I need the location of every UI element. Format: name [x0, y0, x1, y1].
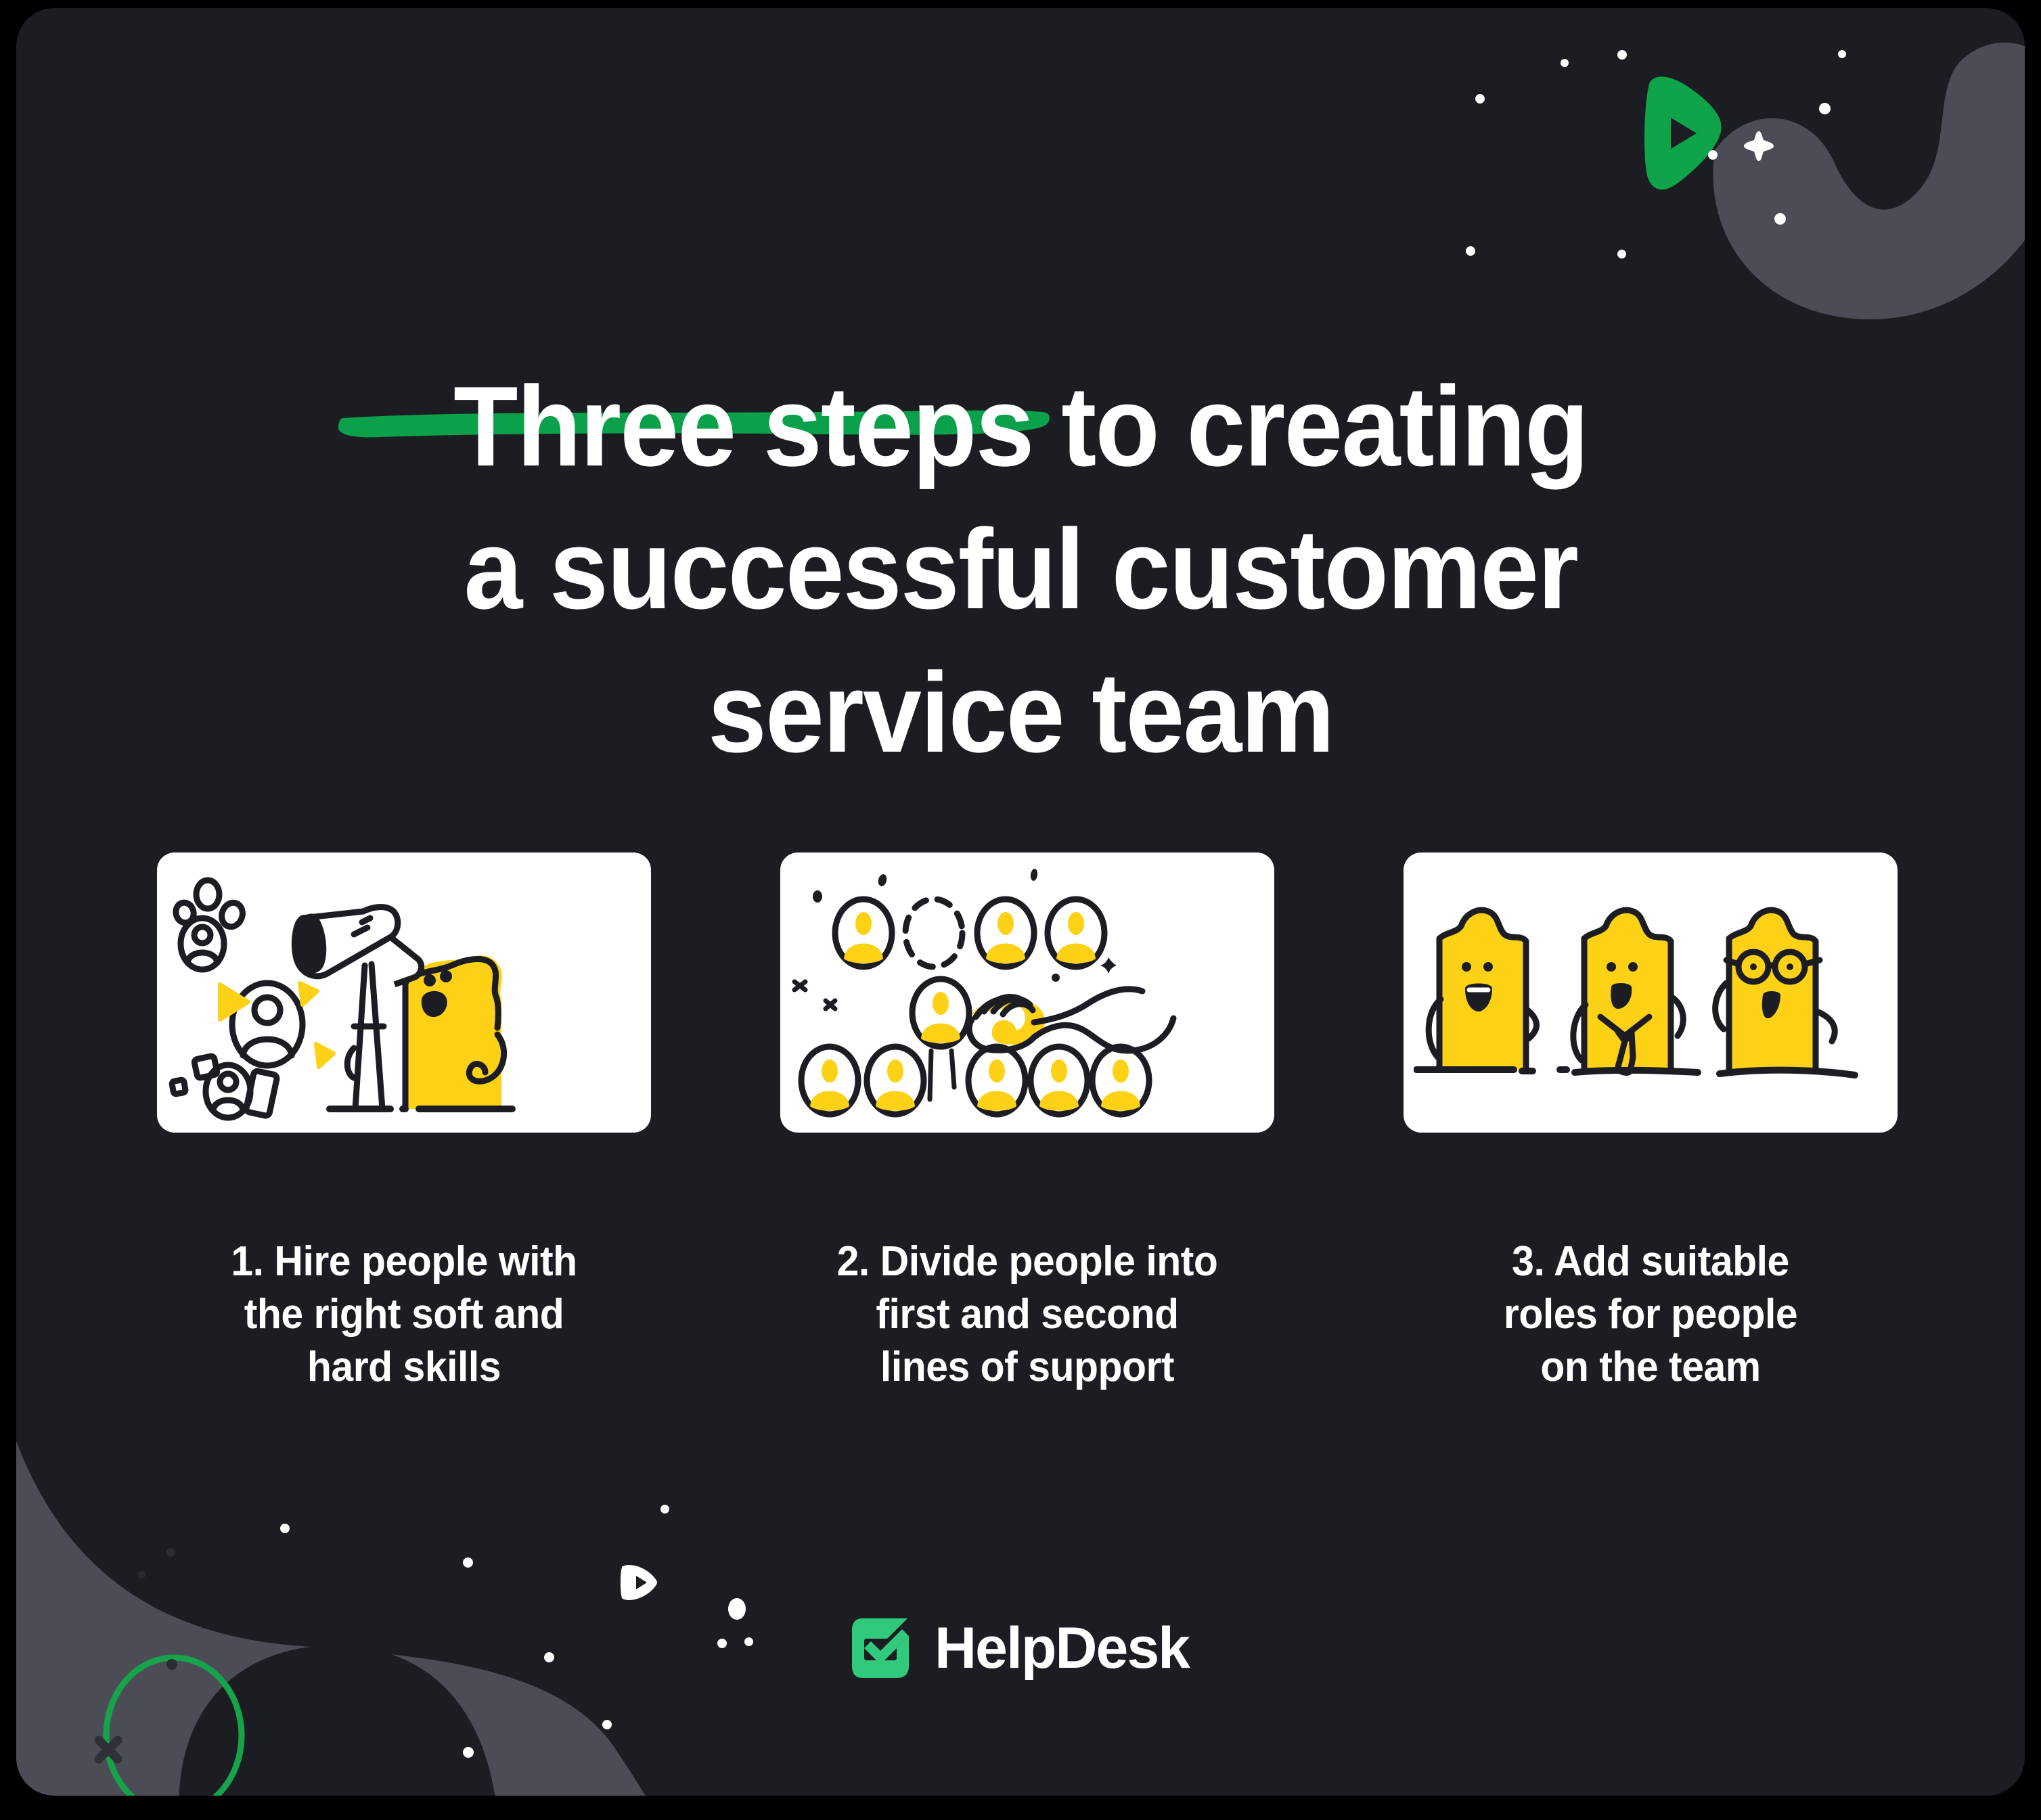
steps-caption-row: 1. Hire people with the right soft and h…	[157, 1193, 1898, 1436]
brand-logo[interactable]: HelpDesk	[16, 1616, 2025, 1681]
bottom-left-blob	[16, 1440, 646, 1796]
decorative-dot	[166, 1548, 175, 1557]
step-card-2[interactable]	[780, 852, 1274, 1133]
decorative-dot	[1466, 246, 1475, 256]
step-card-1[interactable]	[157, 852, 651, 1133]
brand-name: HelpDesk	[935, 1616, 1190, 1681]
play-triangle-icon	[621, 1565, 657, 1600]
title-block: Three steps to creating a successful cus…	[16, 279, 2025, 861]
infographic-board: Three steps to creating a successful cus…	[16, 8, 2025, 1796]
divide-people-illustration	[792, 869, 1177, 1128]
decorative-dot	[1819, 103, 1831, 114]
x-mark-icon	[94, 1735, 122, 1764]
page-title: Three steps to creating a successful cus…	[453, 362, 1589, 776]
decorative-dot	[1561, 59, 1569, 67]
decorative-dot	[1475, 94, 1485, 104]
step-caption-3: 3. Add suitable roles for people on the …	[1503, 1238, 1798, 1391]
decorative-dot	[1708, 150, 1718, 160]
steps-card-row	[157, 852, 1898, 1133]
team-roles-illustration	[1414, 907, 1858, 1078]
sparkle-plus-icon	[1744, 131, 1774, 161]
decorative-dot	[1617, 250, 1626, 258]
checkbox-check-icon	[852, 1618, 910, 1678]
infographic-canvas: Three steps to creating a successful cus…	[0, 0, 2041, 1820]
decorative-dot	[463, 1557, 473, 1568]
telescope-character-illustration	[169, 877, 516, 1121]
decorative-dot	[138, 1571, 145, 1578]
decorative-dot	[463, 1747, 474, 1758]
decorative-dot	[1617, 50, 1627, 60]
decorative-dot	[1838, 50, 1846, 58]
decorative-dot	[1774, 213, 1786, 225]
step-caption-1: 1. Hire people with the right soft and h…	[231, 1238, 577, 1391]
decorative-dot	[602, 1720, 612, 1729]
green-play-badge-icon	[1644, 76, 1722, 190]
step-caption-2: 2. Divide people into first and second l…	[836, 1238, 1218, 1391]
step-card-3[interactable]	[1404, 852, 1898, 1133]
top-right-blob	[1713, 42, 2025, 319]
decorative-dot	[280, 1524, 290, 1533]
decorative-dot	[660, 1505, 669, 1514]
